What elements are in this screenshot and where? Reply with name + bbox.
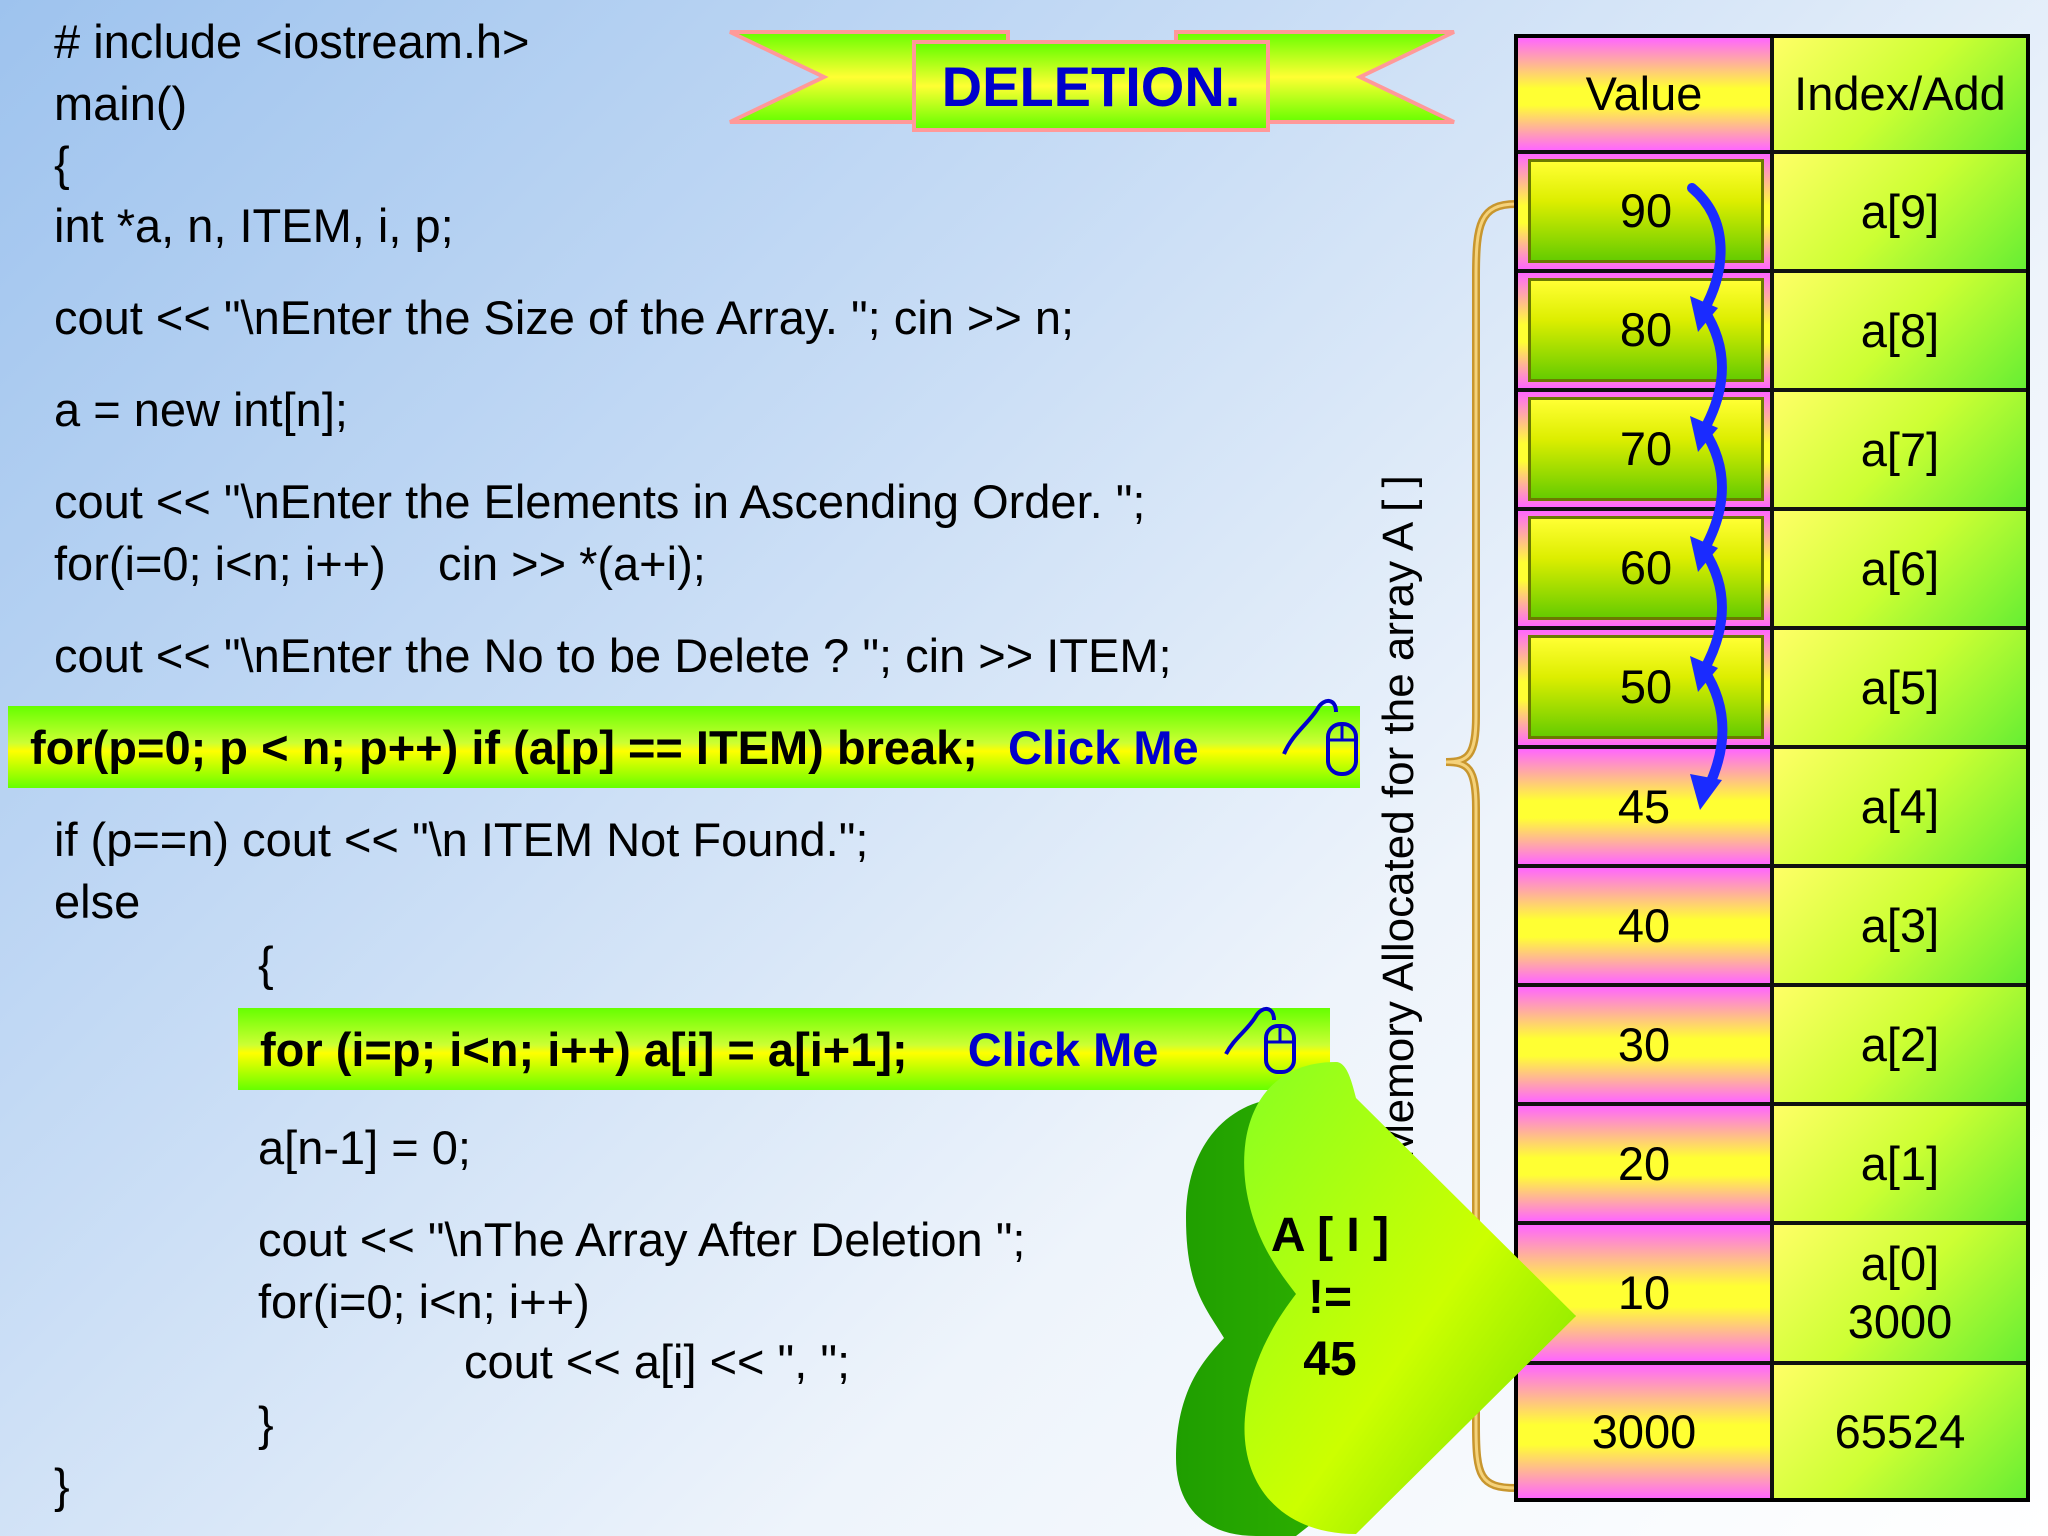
page-title: DELETION. <box>912 40 1270 132</box>
code-if-not-found: if (p==n) cout << "\n ITEM Not Found."; <box>54 813 869 866</box>
code-for-output: for(i=0; i<n; i++) <box>258 1275 590 1328</box>
click-me-button-shift[interactable]: Click Me <box>968 1022 1159 1077</box>
index-cell: a[2] <box>1774 987 2026 1102</box>
code-declaration: int *a, n, ITEM, i, p; <box>54 199 454 252</box>
array-table: Value Index/Add 90 a[9] 80 a[8] 70 a[7] … <box>1514 34 2030 1502</box>
code-close-brace: } <box>54 1459 70 1512</box>
index-cell: a[6] <box>1774 511 2026 626</box>
index-cell: a[0] 3000 <box>1774 1225 2026 1361</box>
code-inner-open-brace: { <box>258 937 274 990</box>
value-cell: 40 <box>1518 868 1770 983</box>
code-include: # include <iostream.h> <box>54 15 530 68</box>
index-cell: a[7] <box>1774 392 2026 507</box>
code-else: else <box>54 875 141 928</box>
code-new-array: a = new int[n]; <box>54 383 348 436</box>
code-item-input: cout << "\nEnter the No to be Delete ? "… <box>54 629 1172 682</box>
code-cout-element: cout << a[i] << ", "; <box>464 1335 851 1388</box>
index-cell: a[8] <box>1774 273 2026 388</box>
code-inner-close-brace: } <box>258 1397 274 1450</box>
code-zero-last: a[n-1] = 0; <box>258 1121 471 1174</box>
index-cell: a[3] <box>1774 868 2026 983</box>
heart-line-3: 45 <box>1303 1333 1357 1386</box>
code-enter-elements: cout << "\nEnter the Elements in Ascendi… <box>54 475 1146 528</box>
heart-condition-text: A [ I ] != 45 <box>1240 1205 1420 1391</box>
index-cell: a[5] <box>1774 630 2026 745</box>
code-for-input: for(i=0; i<n; i++) cin >> *(a+i); <box>54 537 706 590</box>
header-value: Value <box>1518 38 1770 150</box>
click-me-button-search[interactable]: Click Me <box>1008 720 1199 775</box>
index-cell: a[1] <box>1774 1106 2026 1221</box>
heart-line-2: != <box>1307 1271 1352 1324</box>
code-main: main() <box>54 77 188 130</box>
memory-allocated-label: Memory Allocated for the array A [ ] <box>1374 475 1423 1160</box>
index-cell: 65524 <box>1774 1365 2026 1498</box>
shift-arrows <box>1687 183 1728 810</box>
index-cell: a[4] <box>1774 749 2026 864</box>
heart-line-1: A [ I ] <box>1270 1209 1390 1262</box>
code-after-deletion: cout << "\nThe Array After Deletion "; <box>258 1213 1026 1266</box>
index-cell: a[9] <box>1774 154 2026 269</box>
code-search-loop: for(p=0; p < n; p++) if (a[p] == ITEM) b… <box>30 720 978 774</box>
code-size-input: cout << "\nEnter the Size of the Array. … <box>54 291 1075 344</box>
search-loop-highlight: for(p=0; p < n; p++) if (a[p] == ITEM) b… <box>8 706 1360 788</box>
mouse-icon[interactable] <box>1280 694 1360 784</box>
header-index: Index/Add <box>1774 38 2026 150</box>
code-open-brace: { <box>54 137 70 190</box>
code-shift-loop: for (i=p; i<n; i++) a[i] = a[i+1]; <box>260 1022 908 1076</box>
